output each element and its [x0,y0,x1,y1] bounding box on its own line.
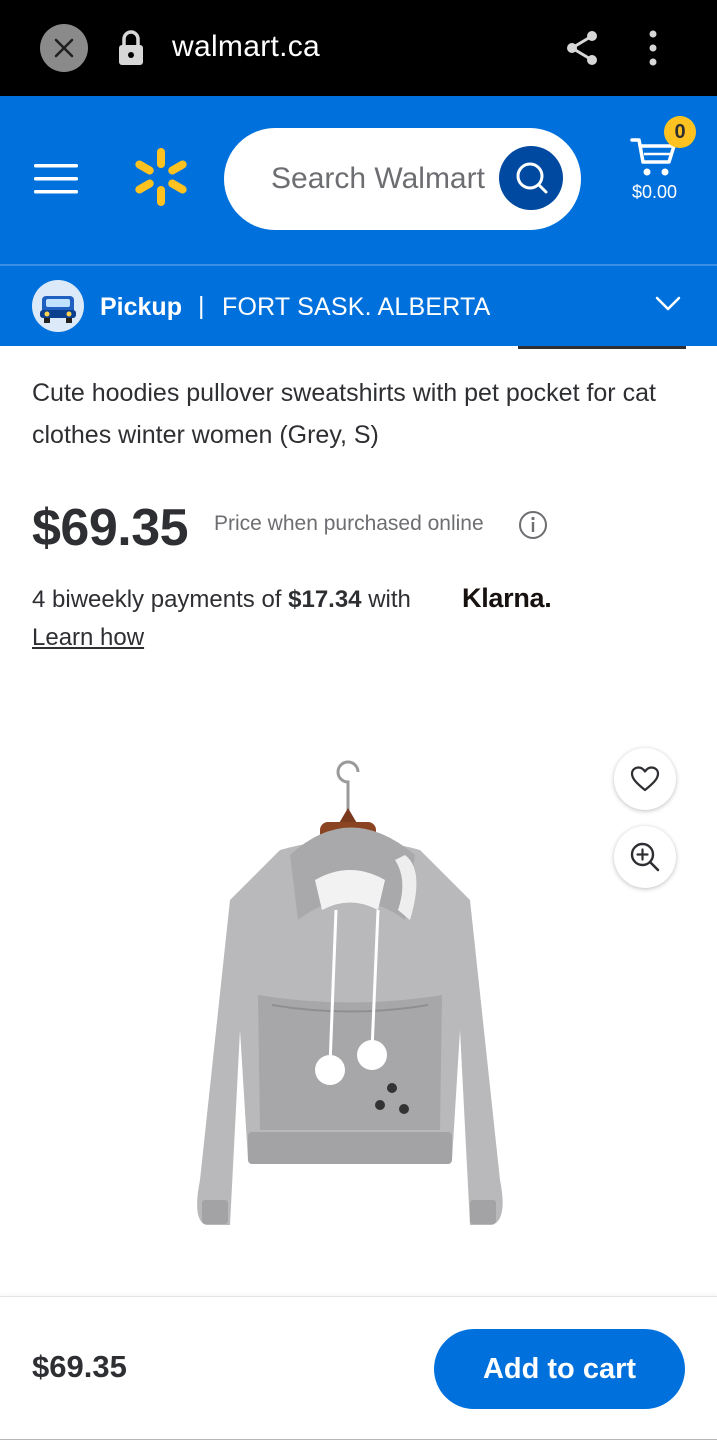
pickup-store-location: FORT SASK. ALBERTA [222,293,491,321]
search-button[interactable] [499,146,563,210]
klarna-suffix: with [361,586,411,613]
cart-button[interactable]: 0 $0.00 [626,116,706,216]
sticky-add-to-cart-bar: $69.35 Add to cart [0,1296,717,1440]
favorite-button[interactable] [614,748,676,810]
pickup-label: Pickup [100,293,182,321]
add-to-cart-button[interactable]: Add to cart [434,1329,685,1409]
search-input[interactable]: Search Walmart [271,162,485,196]
product-title: Cute hoodies pullover sweatshirts with p… [32,379,656,449]
chevron-down-icon[interactable] [654,294,682,314]
klarna-prefix: 4 biweekly payments of [32,586,289,613]
lock-icon [119,30,143,65]
heart-icon [630,766,660,792]
close-icon [54,38,74,58]
product-image[interactable] [140,760,560,1250]
browser-toolbar: walmart.ca [0,0,717,96]
search-bar[interactable]: Search Walmart [224,128,581,230]
url-text[interactable]: walmart.ca [172,30,320,64]
zoom-in-icon [630,842,660,872]
share-icon[interactable] [562,28,602,68]
product-price: $69.35 [32,499,189,557]
cart-total: $0.00 [632,182,678,202]
pickup-separator: | [198,292,205,320]
pickup-car-icon [32,280,84,332]
price-note: Price when purchased online [214,512,484,535]
scrolled-divider [518,346,686,349]
bottom-price: $69.35 [32,1349,127,1384]
klarna-payment-text: 4 biweekly payments of $17.34 with [32,586,411,614]
klarna-amount: $17.34 [288,586,362,613]
search-icon [516,162,548,194]
learn-how-link[interactable]: Learn how [32,624,144,652]
pickup-location-bar[interactable]: Pickup | FORT SASK. ALBERTA [0,264,717,346]
more-options-icon[interactable] [638,26,668,70]
klarna-logo: Klarna. [462,583,552,613]
cart-count-badge: 0 [664,116,696,148]
hamburger-menu-icon[interactable] [34,162,78,196]
walmart-spark-logo[interactable] [134,148,188,206]
close-tab-button[interactable] [40,24,88,72]
site-header: Search Walmart 0 $0.00 [0,96,717,264]
info-icon[interactable] [518,510,548,540]
zoom-button[interactable] [614,826,676,888]
